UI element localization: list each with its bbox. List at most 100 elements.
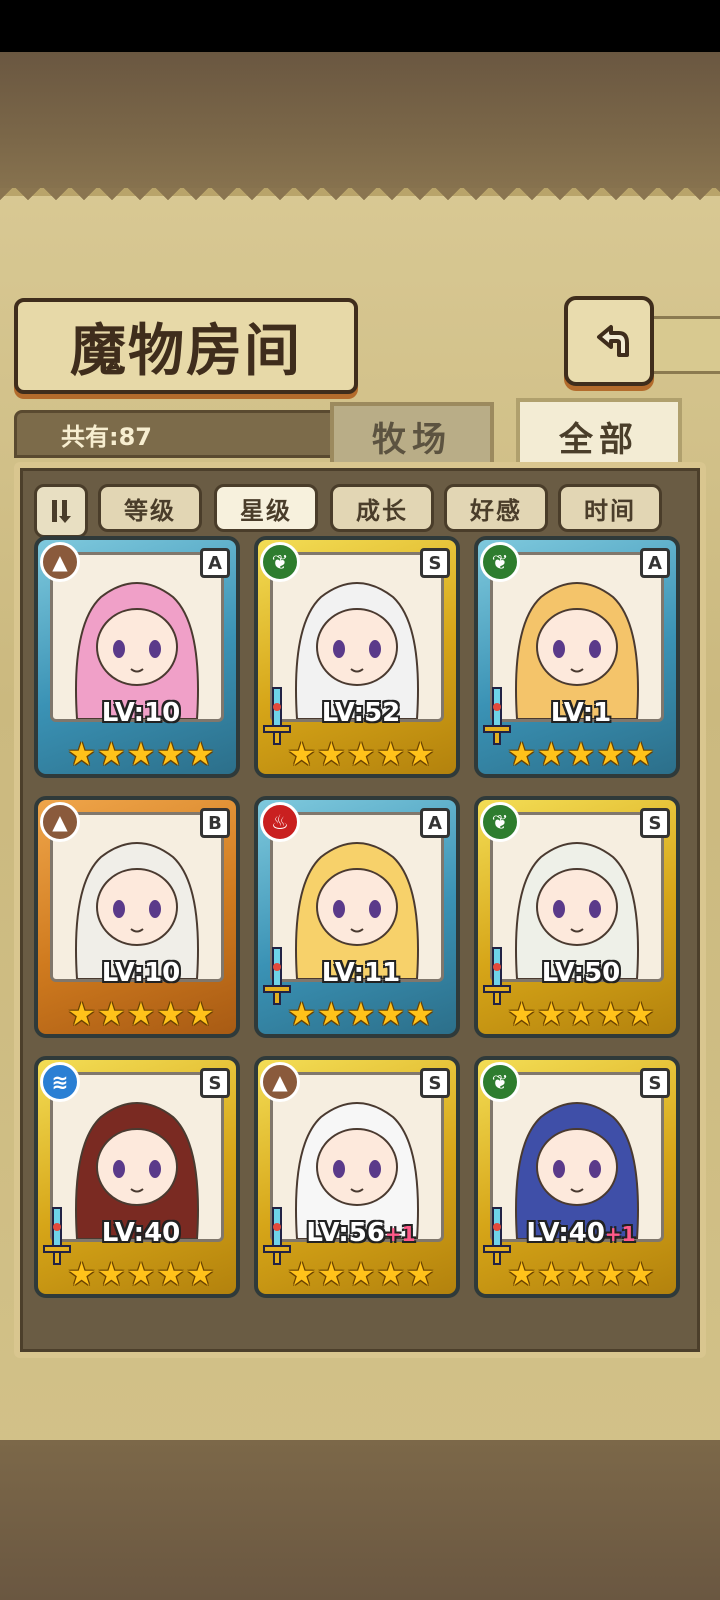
title-plate: 魔物房间 [14, 298, 358, 394]
monster-level: LV:40+1 [478, 1218, 676, 1248]
star-rating: ★ ★ ★ ★ ★ [60, 996, 222, 1032]
sort-bar: 等级 星级 成长 好感 时间 [32, 482, 688, 538]
star-icon: ★ [316, 995, 346, 1033]
wood-element-icon: ❦ [480, 542, 520, 582]
star-icon: ★ [566, 735, 596, 773]
monster-level: LV:1 [478, 698, 676, 728]
sort-by-time-button[interactable]: 时间 [558, 484, 662, 532]
monster-portrait [295, 842, 419, 979]
sort-order-icon [52, 500, 71, 523]
monster-portrait-frame [490, 1072, 664, 1242]
star-icon: ★ [596, 1255, 626, 1293]
monster-portrait [515, 582, 639, 719]
monster-portrait-frame [50, 812, 224, 982]
star-icon: ★ [536, 1255, 566, 1293]
rank-badge: S [420, 548, 450, 578]
star-icon: ★ [406, 995, 435, 1033]
rank-badge: B [200, 808, 230, 838]
monster-level-value: LV:40 [526, 1218, 605, 1248]
star-icon: ★ [186, 1255, 215, 1293]
monster-card[interactable]: ❦ A LV:1 ★ ★ ★ ★ ★ [474, 536, 680, 778]
star-icon: ★ [566, 995, 596, 1033]
rank-badge: S [640, 808, 670, 838]
sort-by-affection-label: 好感 [470, 496, 522, 525]
star-rating: ★ ★ ★ ★ ★ [60, 736, 222, 772]
sort-by-growth-label: 成长 [356, 496, 408, 525]
star-icon: ★ [566, 1255, 596, 1293]
star-icon: ★ [376, 995, 406, 1033]
star-icon: ★ [126, 735, 156, 773]
monster-level-value: LV:56 [306, 1218, 385, 1248]
star-icon: ★ [67, 735, 96, 773]
monster-level: LV:40 [38, 1218, 236, 1248]
monster-portrait-frame [490, 552, 664, 722]
star-rating: ★ ★ ★ ★ ★ [280, 1256, 442, 1292]
monster-card[interactable]: ▲ B LV:10 ★ ★ ★ ★ ★ [34, 796, 240, 1038]
monster-level-value: LV:11 [321, 958, 401, 988]
star-icon: ★ [346, 995, 376, 1033]
star-rating: ★ ★ ★ ★ ★ [60, 1256, 222, 1292]
monster-card[interactable]: ≋ S LV:40 ★ ★ ★ ★ ★ [34, 1056, 240, 1298]
sort-by-level-button[interactable]: 等级 [98, 484, 202, 532]
star-icon: ★ [96, 995, 126, 1033]
star-icon: ★ [287, 735, 316, 773]
wood-element-icon: ❦ [480, 802, 520, 842]
monster-count-bar: 共有:87 [14, 410, 334, 458]
star-icon: ★ [316, 1255, 346, 1293]
sort-by-affection-button[interactable]: 好感 [444, 484, 548, 532]
star-icon: ★ [156, 735, 186, 773]
sort-by-level-label: 等级 [124, 496, 176, 525]
monster-level: LV:56+1 [258, 1218, 456, 1248]
monster-card[interactable]: ❦ S LV:52 ★ ★ ★ ★ ★ [254, 536, 460, 778]
monster-portrait-frame [270, 812, 444, 982]
star-icon: ★ [507, 1255, 536, 1293]
sort-by-growth-button[interactable]: 成长 [330, 484, 434, 532]
monster-portrait-frame [50, 552, 224, 722]
rank-badge: S [420, 1068, 450, 1098]
star-icon: ★ [507, 995, 536, 1033]
star-icon: ★ [376, 1255, 406, 1293]
star-rating: ★ ★ ★ ★ ★ [500, 1256, 662, 1292]
star-icon: ★ [96, 735, 126, 773]
star-icon: ★ [316, 735, 346, 773]
star-icon: ★ [287, 1255, 316, 1293]
star-icon: ★ [287, 995, 316, 1033]
sort-order-toggle[interactable] [34, 484, 88, 538]
monster-level-value: LV:10 [101, 958, 181, 988]
star-rating: ★ ★ ★ ★ ★ [500, 736, 662, 772]
monster-portrait-frame [270, 552, 444, 722]
status-bar [0, 0, 720, 52]
sort-by-stars-label: 星级 [240, 496, 292, 525]
star-icon: ★ [536, 995, 566, 1033]
sort-by-stars-button[interactable]: 星级 [214, 484, 318, 532]
monster-portrait [295, 582, 419, 719]
monster-level: LV:52 [258, 698, 456, 728]
monster-portrait [295, 1102, 419, 1239]
monster-portrait-frame [50, 1072, 224, 1242]
star-icon: ★ [67, 1255, 96, 1293]
earth-element-icon: ▲ [40, 542, 80, 582]
rank-badge: S [640, 1068, 670, 1098]
monster-card[interactable]: ♨ A LV:11 ★ ★ ★ ★ ★ [254, 796, 460, 1038]
monster-level-value: LV:52 [321, 698, 401, 728]
torn-edge-top [0, 188, 720, 210]
monster-level: LV:10 [38, 958, 236, 988]
monster-card[interactable]: ❦ S LV:40+1 ★ ★ ★ ★ ★ [474, 1056, 680, 1298]
star-icon: ★ [96, 1255, 126, 1293]
monster-count: 共有:87 [61, 422, 152, 451]
tab-ranch[interactable]: 牧场 [330, 402, 494, 470]
monster-card[interactable]: ▲ A LV:10 ★ ★ ★ ★ ★ [34, 536, 240, 778]
star-rating: ★ ★ ★ ★ ★ [500, 996, 662, 1032]
monster-level-value: LV:40 [101, 1218, 181, 1248]
monster-card[interactable]: ❦ S LV:50 ★ ★ ★ ★ ★ [474, 796, 680, 1038]
water-element-icon: ≋ [40, 1062, 80, 1102]
level-bonus: +1 [604, 1222, 636, 1246]
monster-level-value: LV:50 [541, 958, 621, 988]
back-button[interactable] [564, 296, 654, 386]
star-icon: ★ [376, 735, 406, 773]
monster-level: LV:10 [38, 698, 236, 728]
monster-portrait [75, 1102, 199, 1239]
rank-badge: A [200, 548, 230, 578]
fire-element-icon: ♨ [260, 802, 300, 842]
monster-card[interactable]: ▲ S LV:56+1 ★ ★ ★ ★ ★ [254, 1056, 460, 1298]
